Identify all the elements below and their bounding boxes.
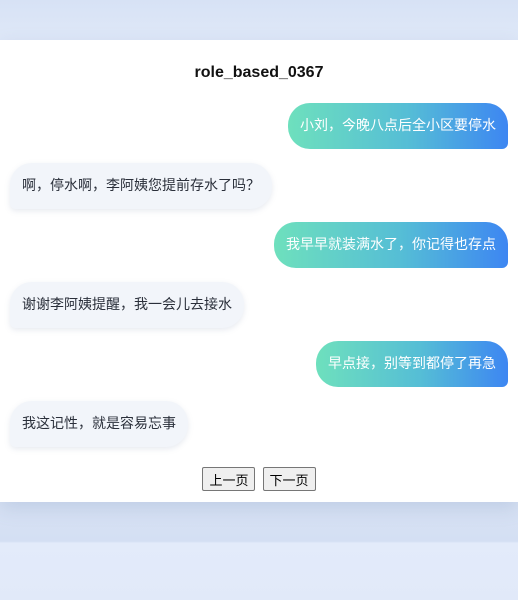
incoming-message-bubble: 啊，停水啊，李阿姨您提前存水了吗？ <box>10 163 272 209</box>
incoming-message-bubble: 谢谢李阿姨提醒，我一会儿去接水 <box>10 282 244 328</box>
message-row: 我早早就装满水了，你记得也存点 <box>0 222 518 268</box>
page-title: role_based_0367 <box>194 64 324 81</box>
message-row: 早点接，别等到都停了再急 <box>0 341 518 387</box>
background-bottom <box>0 502 518 600</box>
message-row: 我这记性，就是容易忘事 <box>0 401 518 447</box>
outgoing-message-bubble: 早点接，别等到都停了再急 <box>316 341 508 387</box>
pagination: 上一页 下一页 <box>0 467 518 491</box>
outgoing-message-bubble: 小刘，今晚八点后全小区要停水 <box>288 103 508 149</box>
message-row: 谢谢李阿姨提醒，我一会儿去接水 <box>0 282 518 328</box>
incoming-message-bubble: 我这记性，就是容易忘事 <box>10 401 188 447</box>
message-row: 小刘，今晚八点后全小区要停水 <box>0 103 518 149</box>
chat-card: role_based_0367 小刘，今晚八点后全小区要停水 啊，停水啊，李阿姨… <box>0 40 518 502</box>
background-top <box>0 0 518 40</box>
next-page-button[interactable]: 下一页 <box>262 467 316 491</box>
outgoing-message-bubble: 我早早就装满水了，你记得也存点 <box>274 222 508 268</box>
prev-page-button[interactable]: 上一页 <box>202 467 256 491</box>
message-row: 啊，停水啊，李阿姨您提前存水了吗？ <box>0 163 518 209</box>
